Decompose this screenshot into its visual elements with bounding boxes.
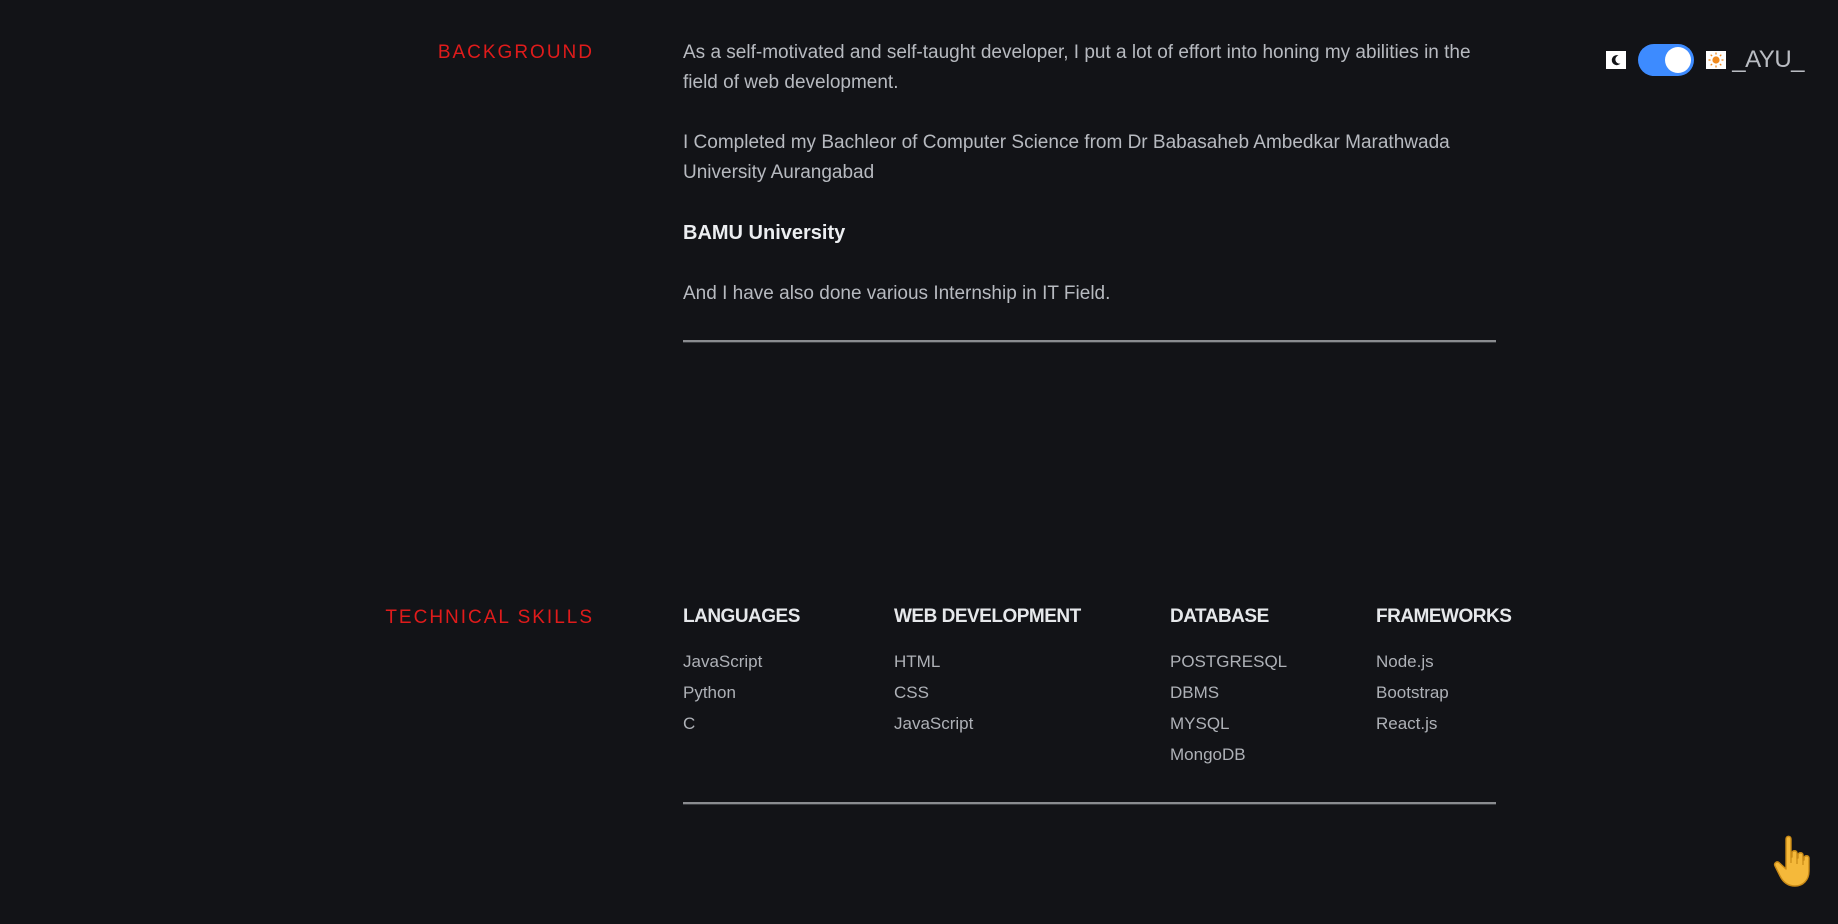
skill-item: MongoDB (1170, 745, 1246, 764)
skill-item: C (683, 714, 696, 733)
background-internship: And I have also done various Internship … (683, 279, 1496, 309)
pointing-hand-icon (1770, 833, 1818, 889)
brand-logo-text[interactable]: _AYU_ (1732, 46, 1804, 74)
skill-item: JavaScript (894, 714, 974, 733)
internship-text: And I have also done various Internship … (683, 283, 1111, 304)
toggle-knob (1665, 47, 1692, 73)
theme-controls: _AYU_ (1606, 44, 1804, 76)
background-university: BAMU University (683, 222, 1496, 245)
sun-icon (1706, 51, 1727, 69)
skills-section-title: TECHNICAL SKILLS (385, 607, 594, 628)
background-education: I Completed my Bachleor of Computer Scie… (683, 128, 1496, 188)
background-paragraph-1: As a self-motivated and self-taught deve… (683, 42, 1471, 93)
skill-item: React.js (1376, 714, 1438, 733)
skills-column-languages: LANGUAGES JavaScript Python C (683, 606, 800, 739)
skills-heading: FRAMEWORKS (1376, 606, 1512, 627)
skill-item: CSS (894, 683, 929, 702)
background-section-title: BACKGROUND (437, 42, 594, 63)
moon-icon (1606, 51, 1627, 69)
skills-heading: LANGUAGES (683, 606, 800, 627)
skill-item: MYSQL (1170, 714, 1230, 733)
skills-column-database: DATABASE POSTGRESQL DBMS MYSQL MongoDB (1170, 606, 1287, 770)
theme-toggle[interactable] (1638, 44, 1695, 76)
skill-item: Bootstrap (1376, 683, 1449, 702)
skills-column-frameworks: FRAMEWORKS Node.js Bootstrap React.js (1376, 606, 1512, 739)
university-name: BAMU University (683, 222, 846, 244)
skills-divider (683, 802, 1496, 805)
skills-column-web-development: WEB DEVELOPMENT HTML CSS JavaScript (894, 606, 1081, 739)
skills-heading: WEB DEVELOPMENT (894, 606, 1081, 627)
skill-item: Python (683, 683, 736, 702)
background-paragraph-2: I Completed my Bachleor of Computer Scie… (683, 132, 1450, 183)
skill-item: JavaScript (683, 652, 763, 671)
skill-item: POSTGRESQL (1170, 652, 1288, 671)
skill-item: DBMS (1170, 683, 1220, 702)
skills-heading: DATABASE (1170, 606, 1269, 627)
portfolio-page: _AYU_ BACKGROUND As a self-motivated and… (0, 0, 1838, 924)
background-content: As a self-motivated and self-taught deve… (683, 38, 1496, 98)
skill-item: HTML (894, 652, 941, 671)
skill-item: Node.js (1376, 652, 1434, 671)
background-divider (683, 340, 1496, 343)
